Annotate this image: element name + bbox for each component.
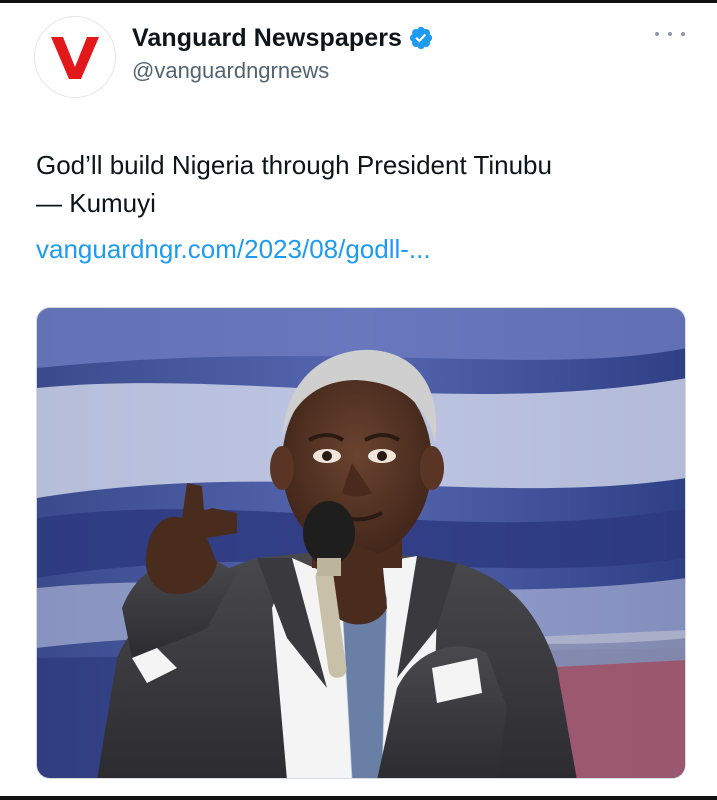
tweet-photo[interactable]	[36, 307, 686, 779]
tweet-text: God’ll build Nigeria through President T…	[36, 146, 686, 222]
display-name[interactable]: Vanguard Newspapers	[132, 24, 402, 53]
dot	[655, 32, 659, 36]
tweet-card[interactable]: Vanguard Newspapers @vanguardngrnews God…	[0, 0, 717, 800]
speaker-photo-illustration	[37, 308, 685, 778]
dot	[681, 32, 685, 36]
account-handle[interactable]: @vanguardngrnews	[132, 58, 329, 84]
tweet-text-line: God’ll build Nigeria through President T…	[36, 150, 552, 180]
article-link[interactable]: vanguardngr.com/2023/08/godll-...	[36, 230, 431, 268]
avatar[interactable]	[34, 16, 116, 98]
verified-badge-icon	[409, 26, 433, 50]
account-name-row[interactable]: Vanguard Newspapers	[132, 22, 434, 54]
more-options-icon[interactable]	[655, 28, 685, 40]
tweet-text-line: — Kumuyi	[36, 188, 156, 218]
bottom-border	[0, 796, 717, 800]
vanguard-logo-icon	[51, 37, 99, 79]
dot	[668, 32, 672, 36]
